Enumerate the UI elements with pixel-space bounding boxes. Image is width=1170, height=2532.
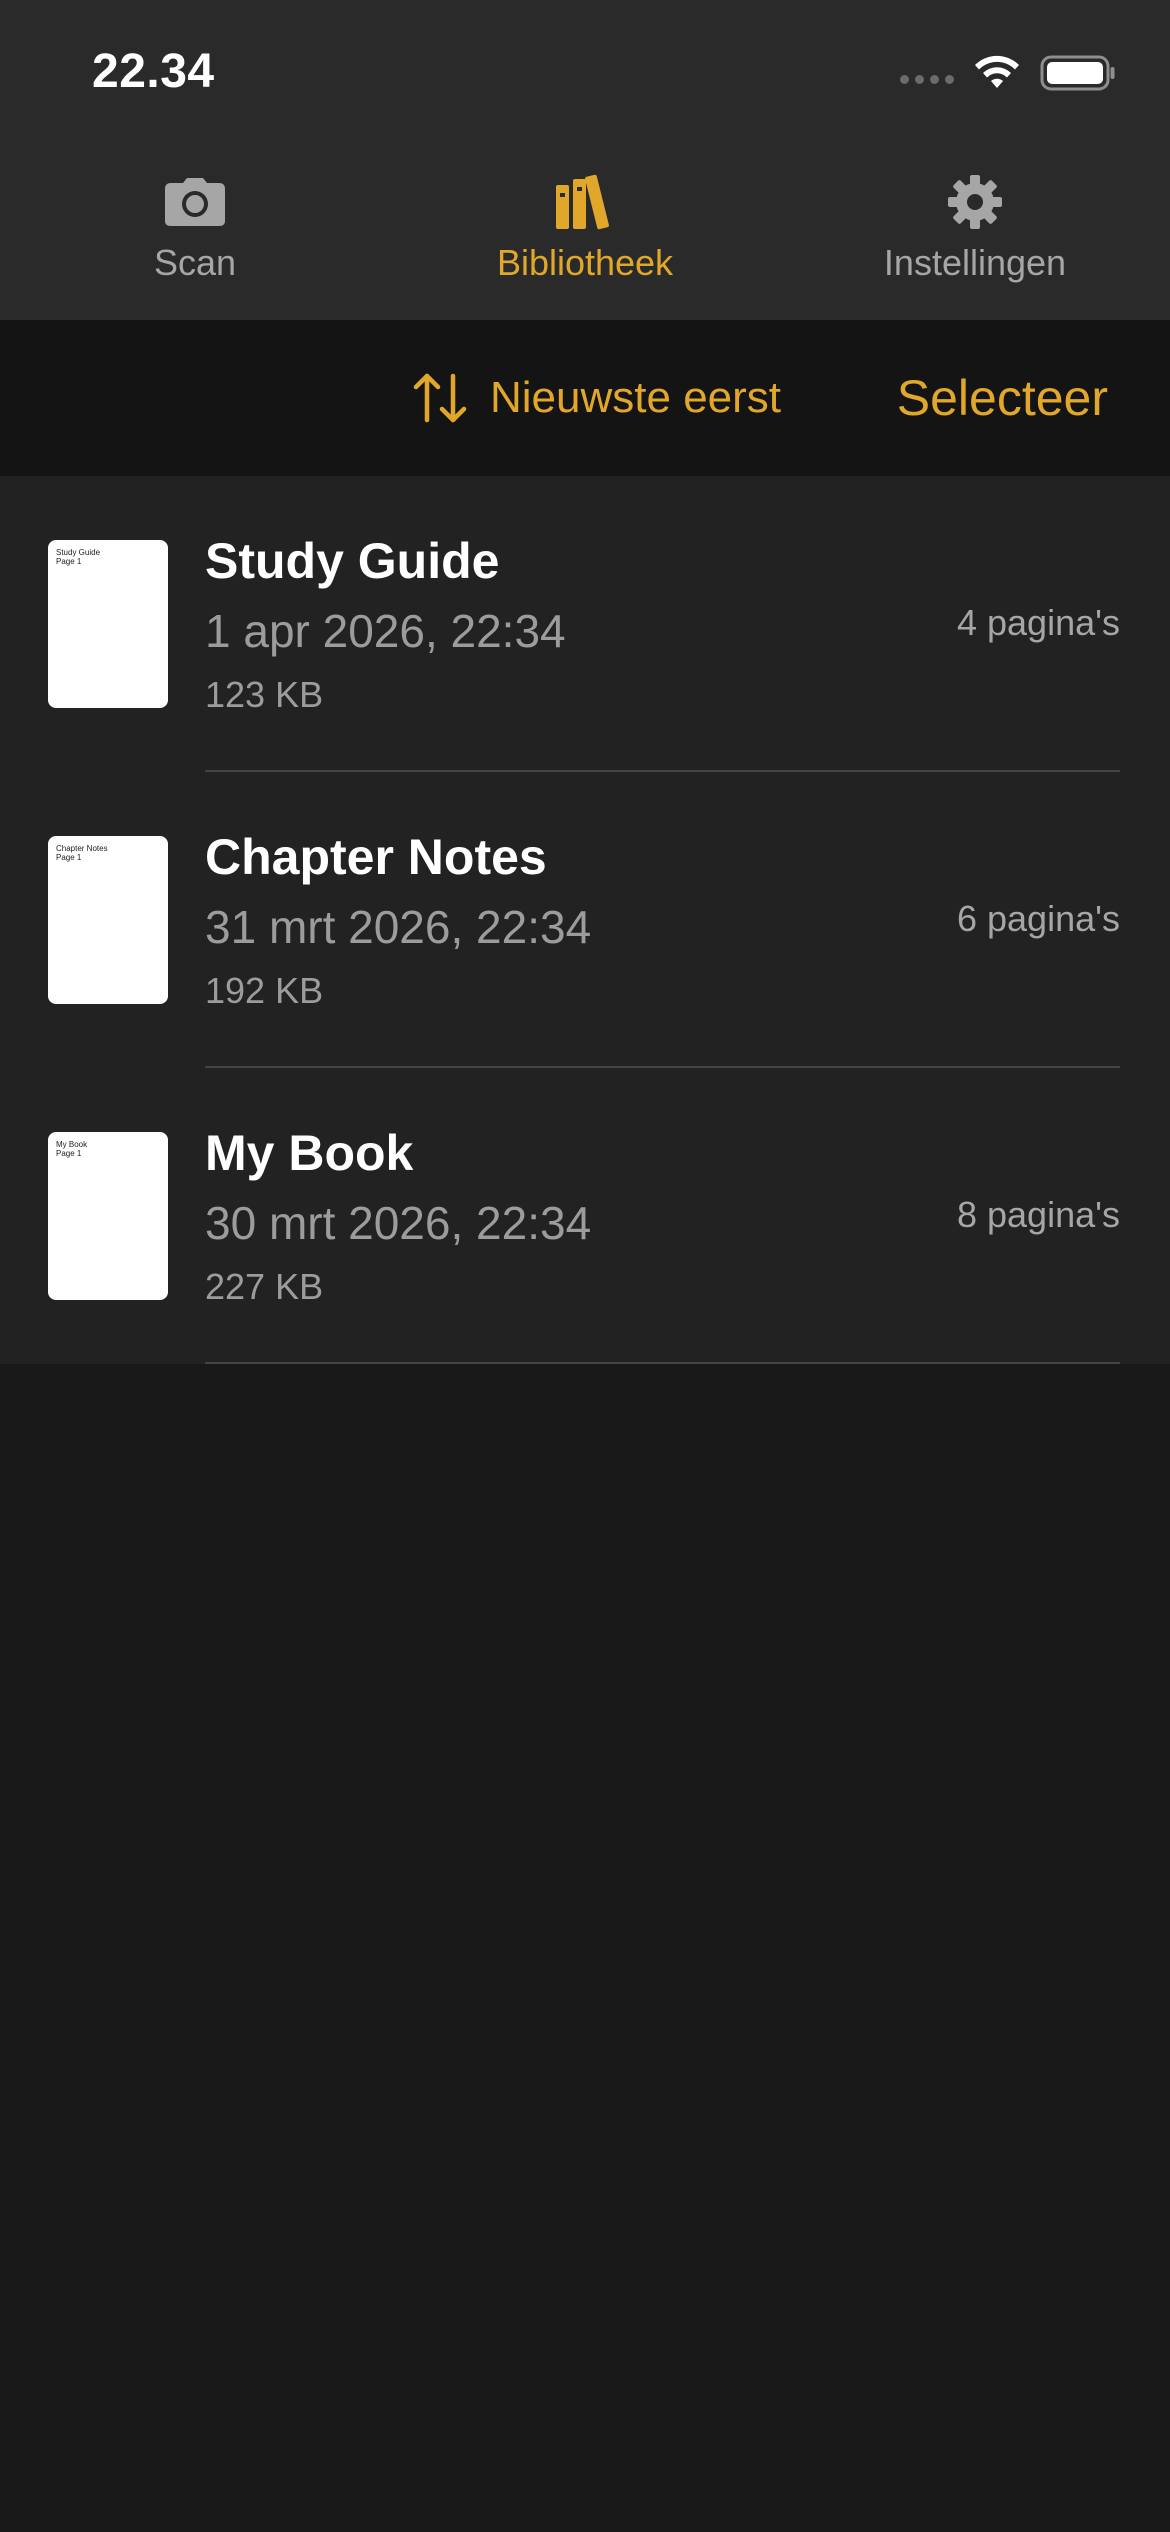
select-button[interactable]: Selecteer <box>897 360 1108 436</box>
document-thumbnail: Chapter Notes Page 1 <box>48 836 168 1004</box>
row-divider <box>205 1362 1120 1364</box>
sort-button[interactable]: Nieuwste eerst <box>412 360 781 436</box>
document-title: Chapter Notes <box>205 829 547 885</box>
document-page-count: 6 pagina's <box>956 898 1120 939</box>
thumbnail-text: Study Guide Page 1 <box>56 548 100 566</box>
tab-bibliotheek-label: Bibliotheek <box>496 242 674 283</box>
document-page-count: 8 pagina's <box>956 1194 1120 1235</box>
tab-instellingen-label: Instellingen <box>883 242 1067 283</box>
thumbnail-text: My Book Page 1 <box>56 1140 87 1158</box>
gear-icon <box>946 172 1004 232</box>
document-date: 30 mrt 2026, 22:34 <box>205 1197 592 1249</box>
tab-scan-label: Scan <box>153 242 237 283</box>
books-icon <box>554 172 616 232</box>
document-size: 192 KB <box>205 970 324 1011</box>
thumbnail-page: Page 1 <box>56 1149 82 1158</box>
camera-icon <box>163 172 227 232</box>
document-title: My Book <box>205 1125 414 1181</box>
tab-bibliotheek[interactable]: Bibliotheek <box>390 150 780 320</box>
document-list: Study Guide Page 1 Study Guide 1 apr 202… <box>0 476 1170 1364</box>
tab-instellingen[interactable]: Instellingen <box>780 150 1170 320</box>
battery-icon <box>1040 55 1115 91</box>
document-size: 227 KB <box>205 1266 324 1307</box>
cellular-signal-icon <box>900 74 954 84</box>
thumbnail-title: Chapter Notes <box>56 844 108 853</box>
toolbar: Nieuwste eerst Selecteer <box>0 320 1170 476</box>
thumbnail-text: Chapter Notes Page 1 <box>56 844 108 862</box>
wifi-icon <box>975 55 1019 88</box>
thumbnail-page: Page 1 <box>56 853 82 862</box>
thumbnail-title: My Book <box>56 1140 88 1149</box>
sort-label: Nieuwste eerst <box>490 373 782 422</box>
thumbnail-page: Page 1 <box>56 557 82 566</box>
document-date: 31 mrt 2026, 22:34 <box>205 901 592 953</box>
status-time: 22.34 <box>92 45 215 98</box>
document-row[interactable]: Study Guide Page 1 Study Guide 1 apr 202… <box>0 476 1170 772</box>
tab-bar: Scan Bibliotheek Instellingen <box>0 150 1170 320</box>
tab-scan[interactable]: Scan <box>0 150 390 320</box>
document-thumbnail: My Book Page 1 <box>48 1132 168 1300</box>
status-bar: 22.34 <box>0 0 1170 150</box>
status-icons <box>900 50 1116 96</box>
document-page-count: 4 pagina's <box>956 602 1120 643</box>
document-row[interactable]: My Book Page 1 My Book 30 mrt 2026, 22:3… <box>0 1068 1170 1364</box>
thumbnail-title: Study Guide <box>56 548 101 557</box>
document-title: Study Guide <box>205 533 500 589</box>
document-row[interactable]: Chapter Notes Page 1 Chapter Notes 31 mr… <box>0 772 1170 1068</box>
sort-arrows-icon <box>413 373 467 423</box>
document-size: 123 KB <box>205 674 324 715</box>
document-date: 1 apr 2026, 22:34 <box>205 605 566 657</box>
document-thumbnail: Study Guide Page 1 <box>48 540 168 708</box>
